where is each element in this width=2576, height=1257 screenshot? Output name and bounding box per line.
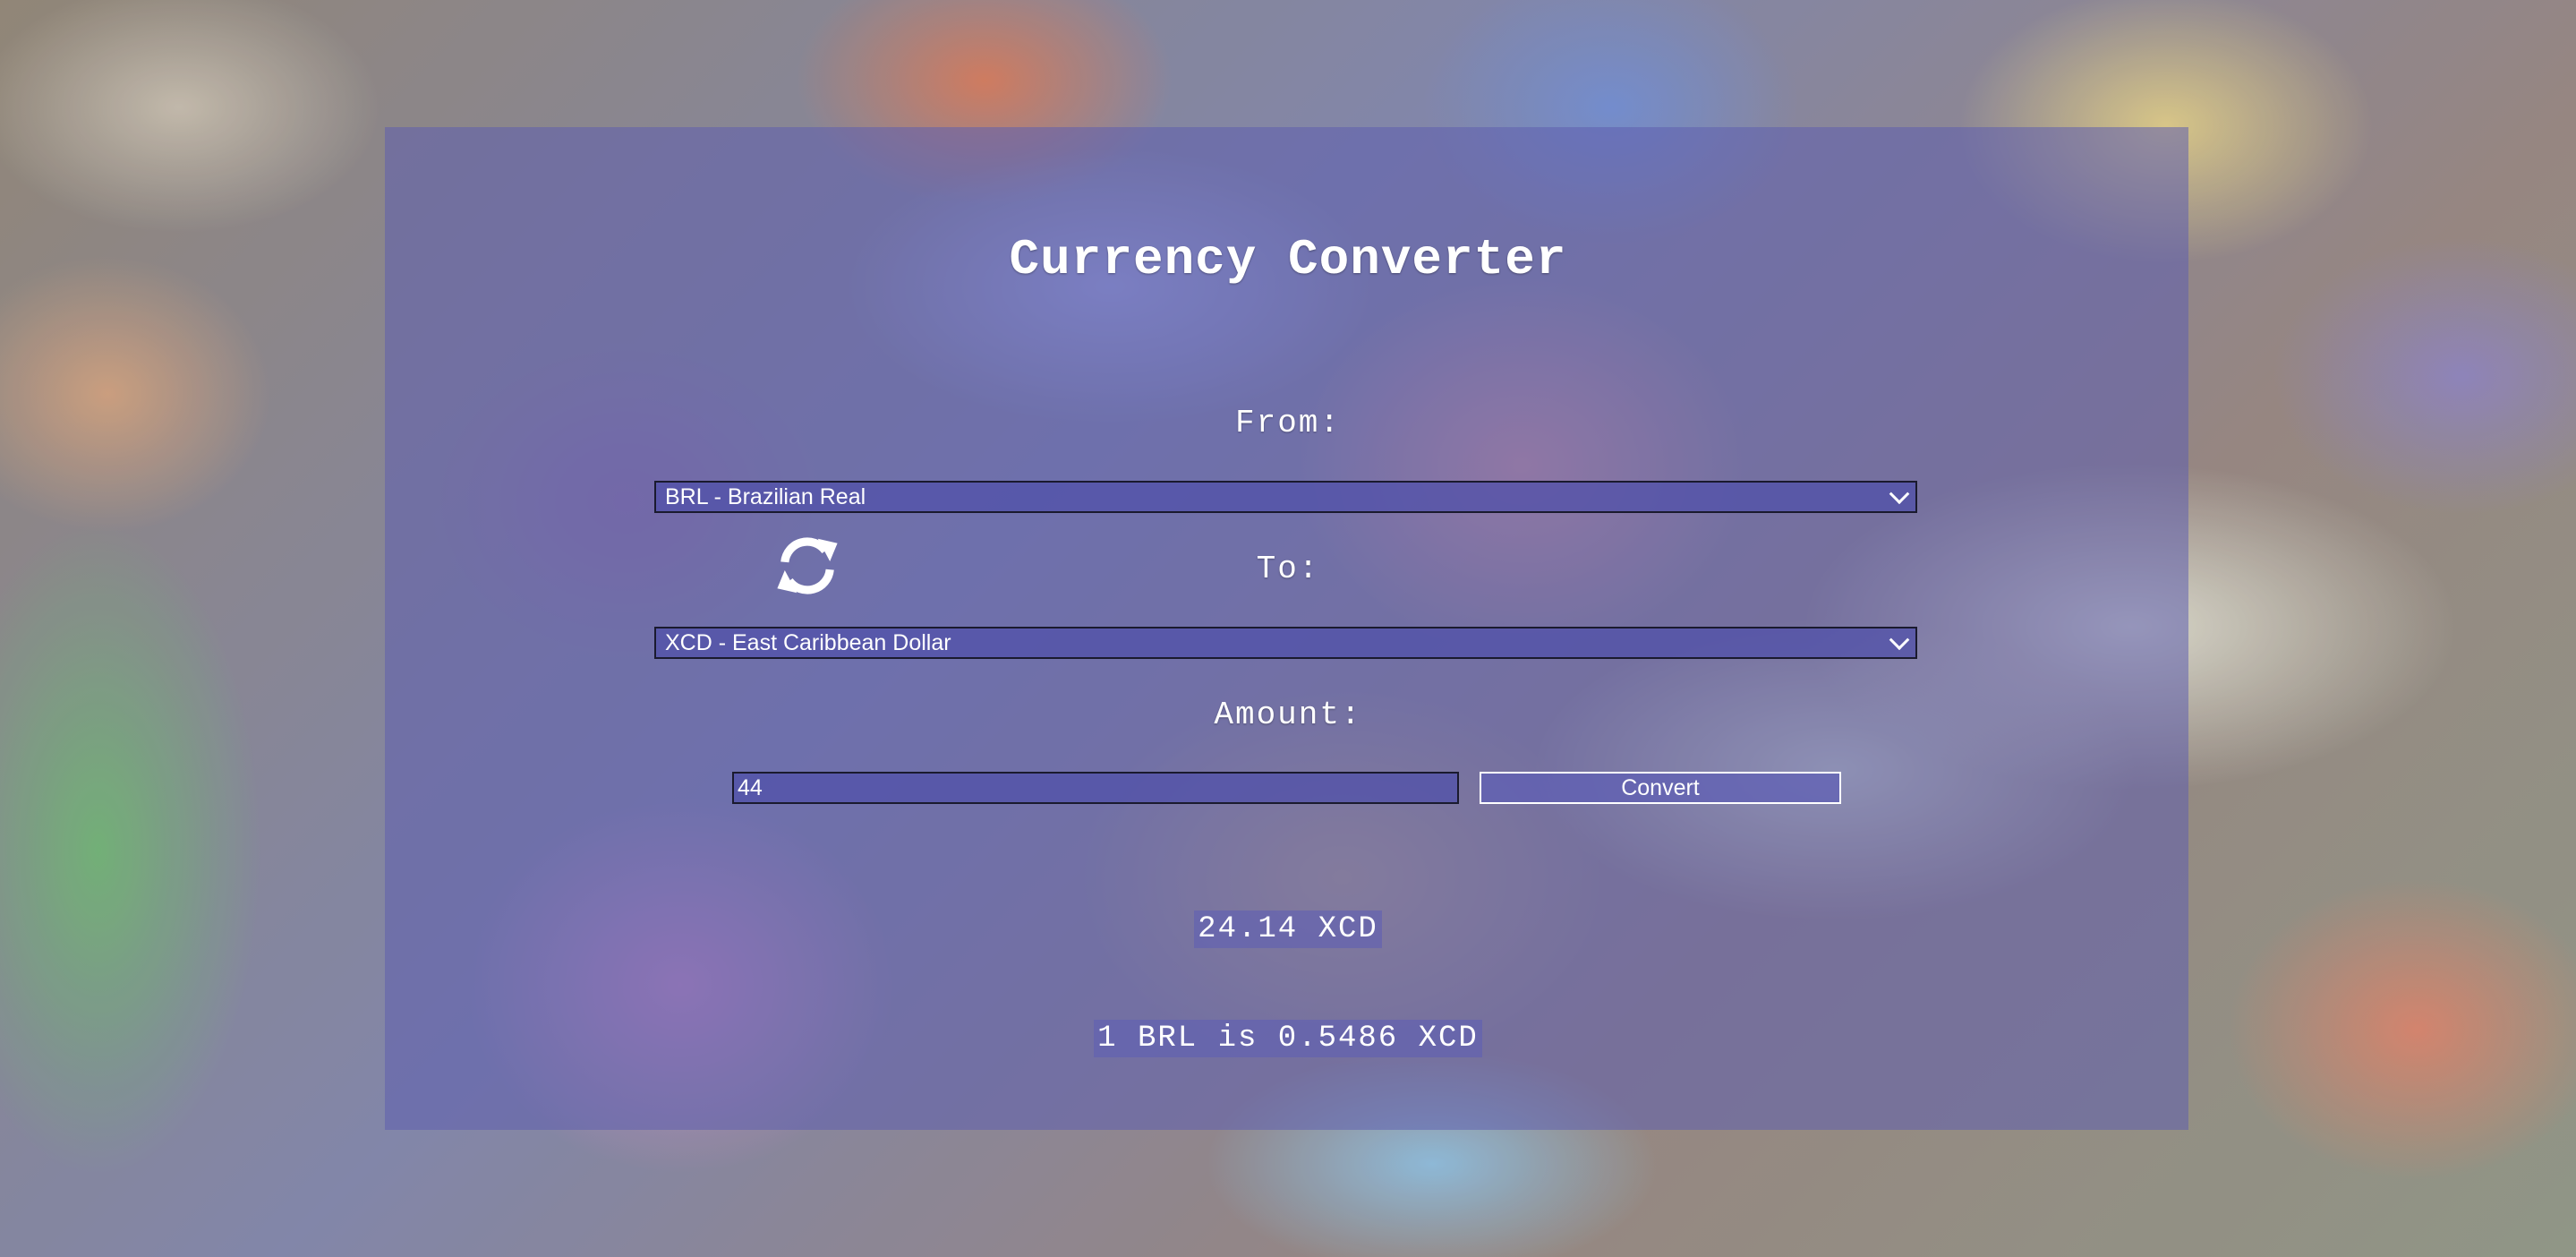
chevron-down-icon [1889,483,1910,505]
amount-input[interactable] [732,772,1459,804]
exchange-rate-text: 1 BRL is 0.5486 XCD [1094,1020,1482,1057]
to-currency-value: XCD - East Caribbean Dollar [665,629,951,655]
amount-label: Amount: [1214,697,1362,733]
convert-button[interactable]: Convert [1480,772,1841,804]
from-currency-value: BRL - Brazilian Real [665,483,866,509]
converted-amount-text: 24.14 XCD [1194,911,1382,948]
chevron-down-icon [1889,629,1910,651]
exchange-rate: 1 BRL is 0.5486 XCD [0,1020,2576,1057]
converted-result: 24.14 XCD [0,911,2576,948]
from-label: From: [1234,405,1342,441]
from-currency-select[interactable]: BRL - Brazilian Real [654,481,1917,513]
to-currency-select[interactable]: XCD - East Caribbean Dollar [654,627,1917,659]
to-label: To: [1256,551,1320,587]
page-title: Currency Converter [1009,231,1567,288]
